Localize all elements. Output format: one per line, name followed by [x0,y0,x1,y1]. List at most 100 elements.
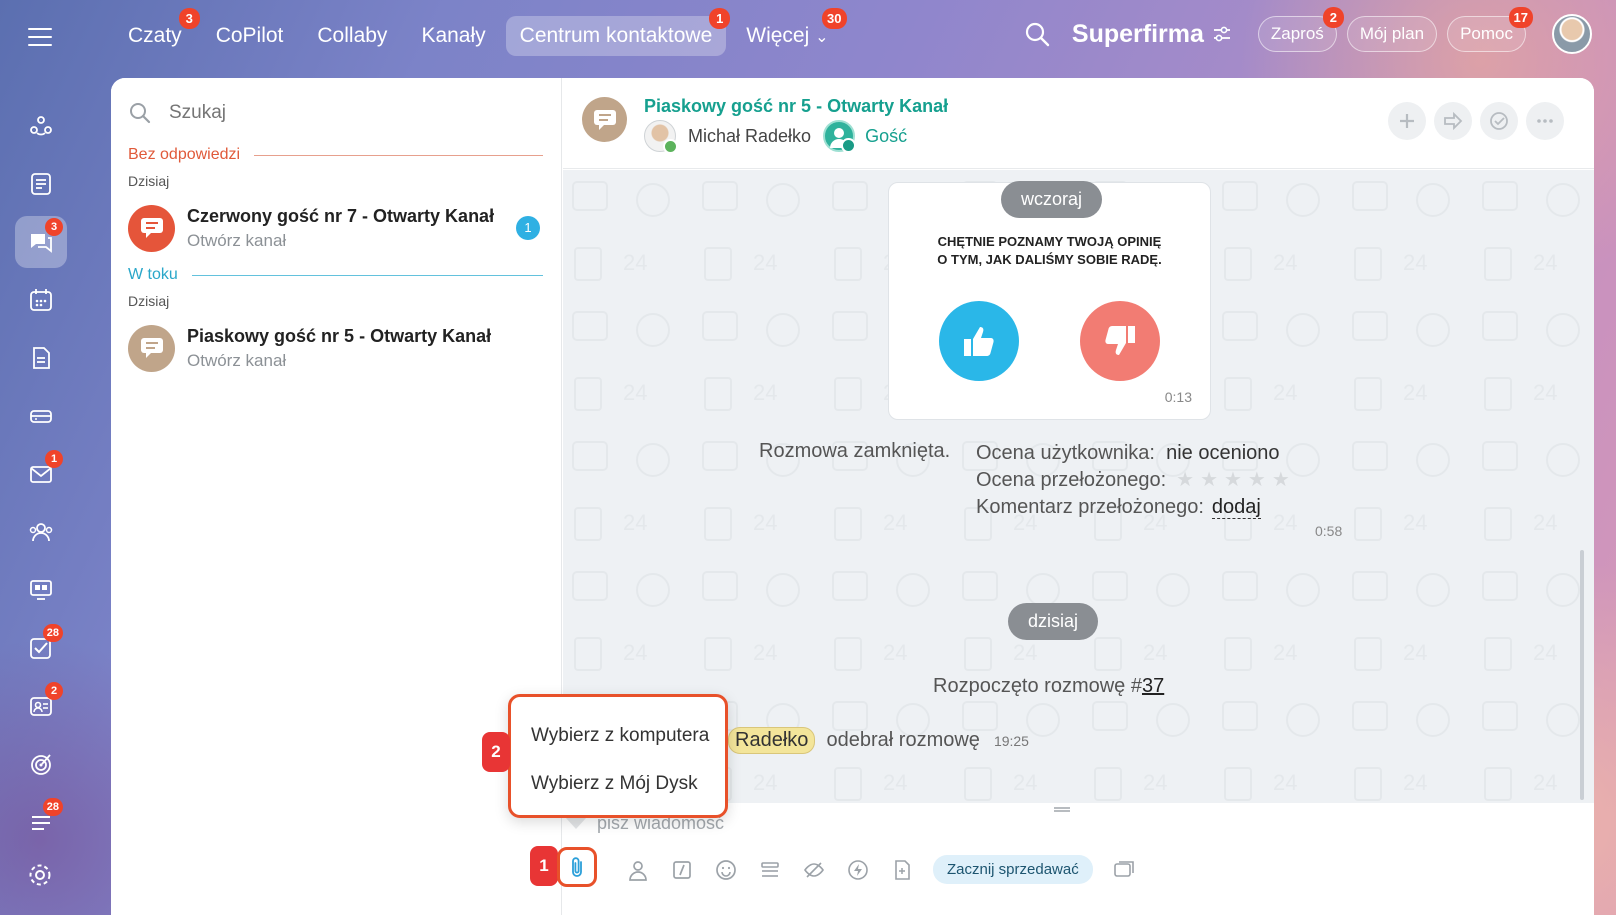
member-name[interactable]: Michał Radełko [688,126,811,147]
tab-chats[interactable]: Czaty 3 [114,8,200,56]
sidebar-item-news[interactable] [15,158,67,210]
menu-item-from-computer[interactable]: Wybierz z komputera [531,725,709,747]
invite-button[interactable]: Zaproś 2 [1257,7,1344,52]
conversation-closed: Rozmowa zamknięta. [759,440,951,462]
list-item[interactable]: Czerwony gość nr 7 - Otwarty Kanał Otwórz… [128,202,548,254]
user-rating-value: nie oceniono [1166,442,1280,464]
user-icon[interactable] [625,857,651,883]
tab-copilot[interactable]: CoPilot [202,16,298,56]
settings-sliders-icon[interactable] [1212,24,1232,44]
sidebar-item-chats[interactable]: 3 [15,216,67,268]
command-icon[interactable] [669,857,695,883]
star-rating[interactable]: ★★★★★ [1176,469,1296,491]
sidebar-item-goals[interactable] [15,738,67,790]
attach-button[interactable] [557,847,597,887]
invite-badge: 2 [1322,7,1344,28]
search-input[interactable] [169,102,469,124]
received-text: odebrał rozmowę [826,729,980,751]
section-label: Bez odpowiedzi [128,146,241,163]
operator-mention[interactable]: Radełko [728,727,816,754]
menu-item-from-drive[interactable]: Wybierz z Mój Dysk [531,773,698,795]
chat-bubble-icon [582,97,627,142]
section-label: W toku [128,266,178,283]
message-input-area: pisz wiadomość Zacznij sprzedawać [563,803,1594,915]
tab-contact-center[interactable]: Centrum kontaktowe 1 [505,8,731,56]
sidebar-item-tasks[interactable]: 28 [15,622,67,674]
help-button[interactable]: Pomoc 17 [1447,7,1533,52]
thumbs-up-icon[interactable] [939,301,1019,381]
sidebar-item-documents[interactable] [15,332,67,384]
message-time: 0:58 [1315,523,1343,539]
list-item[interactable]: Piaskowy gość nr 5 - Otwarty Kanał Otwórz… [128,322,548,374]
sidebar-item-feed[interactable]: 28 [15,796,67,848]
chat-bubble-icon [128,204,175,252]
thumbs-down-icon[interactable] [1080,301,1160,381]
main-panel: Bez odpowiedzi Dzisiaj Czerwony gość nr … [111,78,1594,915]
chat-title[interactable]: Piaskowy gość nr 5 - Otwarty Kanał [644,96,948,117]
resize-handle[interactable] [1054,807,1070,812]
sidebar-item-collab[interactable] [15,100,67,152]
guest-avatar[interactable] [823,120,857,153]
menu-icon[interactable] [28,28,52,46]
item-title: Piaskowy gość nr 5 - Otwarty Kanał [187,325,492,346]
calendar-icon [30,289,52,311]
conversation-started: Rozpoczęto rozmowę #37 [933,675,1164,698]
supervisor-rating-label: Ocena przełożonego: [976,469,1167,491]
company-name[interactable]: Superfirma [1072,20,1204,49]
sidebar-item-drive[interactable] [15,390,67,442]
tab-channels[interactable]: Kanały [407,16,499,56]
tab-more[interactable]: Więcej ⌄ 30 [732,8,847,56]
sidebar-item-mail[interactable]: 1 [15,448,67,500]
more-icon[interactable] [1526,102,1564,140]
chat-list: Bez odpowiedzi Dzisiaj Czerwony gość nr … [111,78,562,915]
sidebar-item-calendar[interactable] [15,274,67,326]
list-icon[interactable] [757,857,783,883]
search-icon[interactable] [1024,21,1050,47]
sidebar-badge: 2 [45,682,63,700]
sidebar-item-sites[interactable] [15,564,67,616]
list-search [129,102,469,124]
left-sidebar: 3 1 28 2 28 [14,100,68,854]
sidebar-item-crm[interactable]: 2 [15,680,67,732]
conversation-number-link[interactable]: 37 [1142,675,1164,697]
tab-label: Czaty [128,24,182,47]
header-actions [1380,102,1564,140]
tab-collaby[interactable]: Collaby [303,16,401,56]
top-right: Superfirma Zaproś 2 Mój plan Pomoc 17 [1024,7,1592,54]
people-network-icon [30,116,52,136]
avatar[interactable] [1552,14,1592,54]
tab-badge: 3 [178,8,200,29]
finish-check-icon[interactable] [1480,102,1518,140]
help-label: Pomoc [1460,24,1513,43]
window-icon[interactable] [1111,857,1137,883]
target-icon [31,754,51,775]
day-label: Dzisiaj [128,293,170,309]
hidden-message-icon[interactable] [801,857,827,883]
settings-gear-icon[interactable] [27,862,53,888]
lightning-icon[interactable] [845,857,871,883]
step-marker: 2 [482,732,510,772]
sidebar-item-employees[interactable] [15,506,67,558]
survey-card: wczoraj CHĘTNIE POZNAMY TWOJĄ OPINIĘ O TY… [888,181,1211,420]
tab-badge: 1 [709,8,731,29]
message-time: 0:13 [1164,389,1192,405]
group-icon [29,523,53,542]
forward-icon[interactable] [1434,102,1472,140]
guest-name[interactable]: Gość [865,126,907,147]
start-selling-button[interactable]: Zacznij sprzedawać [933,855,1093,884]
emoji-icon[interactable] [713,857,739,883]
tab-label: Centrum kontaktowe [519,24,713,47]
section-in-progress: W toku [128,266,543,284]
avatar[interactable] [644,120,678,154]
tab-badge: 30 [822,8,847,29]
form-icon[interactable] [889,857,915,883]
input-toolbar: Zacznij sprzedawać [581,855,1155,884]
sidebar-badge: 28 [42,624,63,642]
popup-pointer [566,818,586,829]
survey-question: CHĘTNIE POZNAMY TWOJĄ OPINIĘ O TYM, JAK D… [889,233,1210,269]
add-comment-link[interactable]: dodaj [1211,496,1261,519]
scrollbar[interactable] [1580,550,1584,800]
add-icon[interactable] [1388,102,1426,140]
sidebar-badge: 3 [45,218,63,236]
my-plan-button[interactable]: Mój plan [1346,16,1438,52]
